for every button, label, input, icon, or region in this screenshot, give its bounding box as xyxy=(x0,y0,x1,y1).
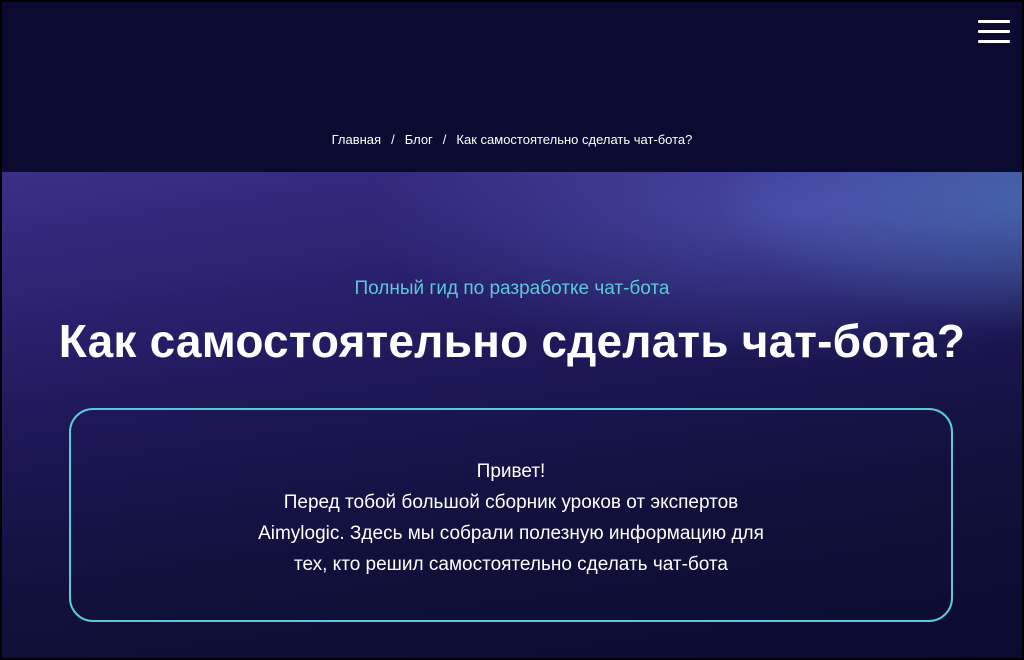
breadcrumb-home-link[interactable]: Главная xyxy=(332,132,381,147)
breadcrumb-separator: / xyxy=(391,132,395,147)
menu-bar-2 xyxy=(978,30,1010,33)
hamburger-menu-icon[interactable] xyxy=(978,20,1010,44)
page-frame: Главная / Блог / Как самостоятельно сделать … xyxy=(0,0,1024,660)
menu-bar-3 xyxy=(978,40,1010,43)
breadcrumb-current-page: Как самостоятельно сделать чат-бота? xyxy=(456,132,693,147)
page-subtitle: Полный гид по разработке чат-бота xyxy=(354,278,670,299)
breadcrumb: Главная / Блог / Как самостоятельно сделать … xyxy=(2,132,1022,147)
breadcrumb-separator: / xyxy=(442,132,447,147)
intro-text: Привет! Перед тобой большой сборник урок… xyxy=(71,456,951,580)
breadcrumb-blog-link[interactable]: Блог xyxy=(405,132,433,147)
intro-line: тех, кто решил самостоятельно сделать ча… xyxy=(293,554,728,575)
intro-line: Перед тобой большой сборник уроков от эк… xyxy=(283,492,739,513)
intro-line: Aimylogic. Здесь мы собрали полезную инф… xyxy=(258,523,764,544)
intro-box: Привет! Перед тобой большой сборник урок… xyxy=(69,408,953,622)
intro-greeting: Привет! xyxy=(476,461,546,482)
menu-bar-1 xyxy=(978,20,1010,23)
page-title: Как самостоятельно сделать чат-бота? xyxy=(58,315,966,367)
